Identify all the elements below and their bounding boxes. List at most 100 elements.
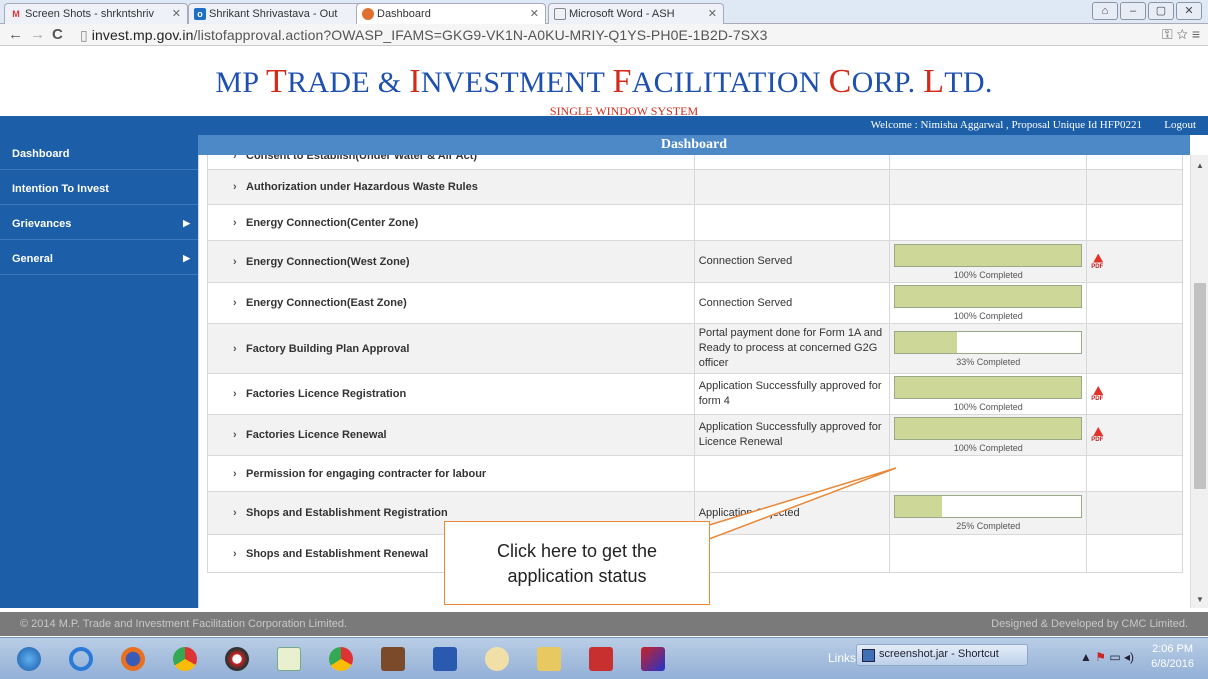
progress-fill	[895, 418, 1082, 439]
title-initial: C	[828, 63, 852, 100]
approval-name[interactable]: Factories Licence Renewal	[233, 429, 387, 441]
close-icon[interactable]: ✕	[172, 7, 181, 20]
progress-bar[interactable]	[894, 285, 1083, 308]
word-icon[interactable]	[422, 643, 468, 675]
approval-name[interactable]: Consent to Establish(Under Water & Air A…	[233, 155, 477, 162]
approval-name[interactable]: Factory Building Plan Approval	[233, 343, 409, 355]
maximize-button[interactable]: ▢	[1148, 2, 1174, 20]
notepad-icon[interactable]	[266, 643, 312, 675]
start-button[interactable]	[6, 643, 52, 675]
table-row[interactable]: › Factories Licence Registration Applicati…	[207, 373, 1183, 415]
close-icon[interactable]: ✕	[708, 7, 717, 20]
approval-name-cell[interactable]: › Factory Building Plan Approval	[207, 323, 695, 374]
approval-name-cell[interactable]: › Factories Licence Renewal	[207, 414, 695, 456]
java-icon[interactable]	[370, 643, 416, 675]
ie-icon[interactable]	[58, 643, 104, 675]
approval-name-cell[interactable]: › Energy Connection(Center Zone)	[207, 204, 695, 241]
firefox-icon[interactable]	[110, 643, 156, 675]
approval-name[interactable]: Energy Connection(East Zone)	[233, 297, 407, 309]
table-row[interactable]: › Authorization under Hazardous Waste Rul…	[207, 169, 1183, 205]
browser-tab[interactable]: Microsoft Word - ASH ✕	[548, 3, 724, 24]
approval-name-cell[interactable]: › Factories Licence Registration	[207, 373, 695, 415]
logout-link[interactable]: Logout	[1164, 119, 1196, 131]
title-part: ORP.	[851, 66, 924, 99]
table-row[interactable]: › Consent to Establish(Under Water & Air …	[207, 155, 1183, 170]
browser-tab[interactable]: M Screen Shots - shrkntshriv ✕	[4, 3, 188, 24]
scroll-thumb[interactable]	[1194, 283, 1206, 489]
progress-bar[interactable]	[894, 376, 1083, 399]
table-row[interactable]: › Factory Building Plan Approval Portal pa…	[207, 323, 1183, 374]
approval-name-cell[interactable]: › Authorization under Hazardous Waste Rul…	[207, 169, 695, 205]
progress-bar[interactable]	[894, 330, 1083, 354]
table-row[interactable]: › Factories Licence Renewal Application Su…	[207, 414, 1183, 456]
approval-name[interactable]: Permission for engaging contracter for l…	[233, 468, 486, 480]
app-icon[interactable]	[630, 643, 676, 675]
clock[interactable]: 2:06 PM 6/8/2016	[1151, 642, 1194, 672]
approval-name[interactable]: Authorization under Hazardous Waste Rule…	[233, 181, 478, 193]
progress-bar[interactable]	[894, 417, 1083, 440]
minimize-button[interactable]: –	[1120, 2, 1146, 20]
browser-tab-active[interactable]: Dashboard ✕	[356, 3, 546, 25]
links-toolbar[interactable]: Links	[828, 651, 856, 665]
clock-date: 6/8/2016	[1151, 658, 1194, 670]
network-icon[interactable]: ▭	[1109, 650, 1120, 664]
pdf-cell	[1086, 204, 1183, 241]
close-window-button[interactable]: ✕	[1176, 2, 1202, 20]
progress-fill	[895, 377, 1082, 398]
approval-name[interactable]: Shops and Establishment Registration	[233, 507, 448, 519]
title-initial: F	[612, 63, 632, 100]
app-icon[interactable]	[214, 643, 260, 675]
approval-name-cell[interactable]: › Consent to Establish(Under Water & Air …	[207, 155, 695, 170]
snipping-tool-icon[interactable]	[578, 643, 624, 675]
user-icon[interactable]: ⌂	[1092, 2, 1118, 20]
reload-icon[interactable]: C	[52, 26, 63, 43]
key-icon[interactable]: ⚿	[1162, 26, 1173, 42]
pdf-icon[interactable]: PDF	[1091, 427, 1105, 444]
sidebar-item-dashboard[interactable]: Dashboard	[0, 135, 198, 170]
close-icon[interactable]: ✕	[530, 7, 539, 20]
chrome-icon[interactable]	[162, 643, 208, 675]
scroll-down-icon[interactable]: ▼	[1191, 595, 1208, 604]
paint-icon[interactable]	[474, 643, 520, 675]
approval-name[interactable]: Energy Connection(Center Zone)	[233, 217, 418, 229]
back-icon[interactable]: ←	[8, 26, 23, 43]
menu-icon[interactable]: ≡	[1192, 26, 1200, 42]
taskbar-task-button[interactable]: screenshot.jar - Shortcut	[856, 644, 1028, 666]
approval-name-cell[interactable]: › Energy Connection(West Zone)	[207, 240, 695, 283]
explorer-folder-icon[interactable]	[526, 643, 572, 675]
caret-right-icon: ▶	[183, 218, 190, 228]
table-row[interactable]: › Energy Connection(Center Zone)	[207, 204, 1183, 241]
approval-name[interactable]: Shops and Establishment Renewal	[233, 548, 428, 560]
progress-bar[interactable]	[894, 243, 1083, 267]
table-row[interactable]: › Permission for engaging contracter for …	[207, 455, 1183, 492]
sidebar-item-grievances[interactable]: Grievances ▶	[0, 205, 198, 240]
url-field[interactable]: ▯ invest.mp.gov.in/listofapproval.action…	[80, 27, 768, 44]
chrome-icon[interactable]	[318, 643, 364, 675]
browser-tab[interactable]: o Shrikant Shrivastava - Out ✕	[188, 3, 372, 24]
approval-name[interactable]: Factories Licence Registration	[233, 388, 406, 400]
table-row[interactable]: › Energy Connection(East Zone) Connection …	[207, 282, 1183, 324]
pdf-icon[interactable]: PDF	[1091, 386, 1105, 403]
sidebar-item-general[interactable]: General ▶	[0, 240, 198, 275]
approval-name[interactable]: Energy Connection(West Zone)	[233, 256, 410, 268]
vertical-scrollbar[interactable]: ▲ ▼	[1190, 155, 1208, 608]
sidebar-item-label: Dashboard	[12, 148, 70, 160]
approval-name-cell[interactable]: › Energy Connection(East Zone)	[207, 282, 695, 324]
tray-expand-icon[interactable]: ▲	[1080, 650, 1092, 664]
approval-name-cell[interactable]: › Permission for engaging contracter for …	[207, 455, 695, 492]
table-row[interactable]: › Energy Connection(West Zone) Connection …	[207, 240, 1183, 283]
bookmark-star-icon[interactable]: ☆	[1177, 26, 1188, 42]
progress-cell: 100% Completed	[889, 282, 1088, 324]
volume-icon[interactable]: ◂)	[1124, 650, 1134, 664]
url-path: /listofapproval.action?OWASP_IFAMS=GKG9-…	[193, 27, 768, 43]
flag-icon[interactable]: ⚑	[1095, 650, 1106, 664]
status-cell	[693, 155, 891, 170]
forward-icon[interactable]: →	[30, 26, 45, 43]
sidebar-item-intention-to-invest[interactable]: Intention To Invest	[0, 170, 198, 205]
page-footer: © 2014 M.P. Trade and Investment Facilit…	[0, 612, 1208, 636]
pdf-icon[interactable]: PDF	[1091, 253, 1105, 271]
progress-bar[interactable]	[894, 495, 1083, 518]
chevron-right-icon: ›	[233, 507, 237, 519]
scroll-up-icon[interactable]: ▲	[1191, 161, 1208, 170]
pdf-cell	[1086, 155, 1183, 170]
